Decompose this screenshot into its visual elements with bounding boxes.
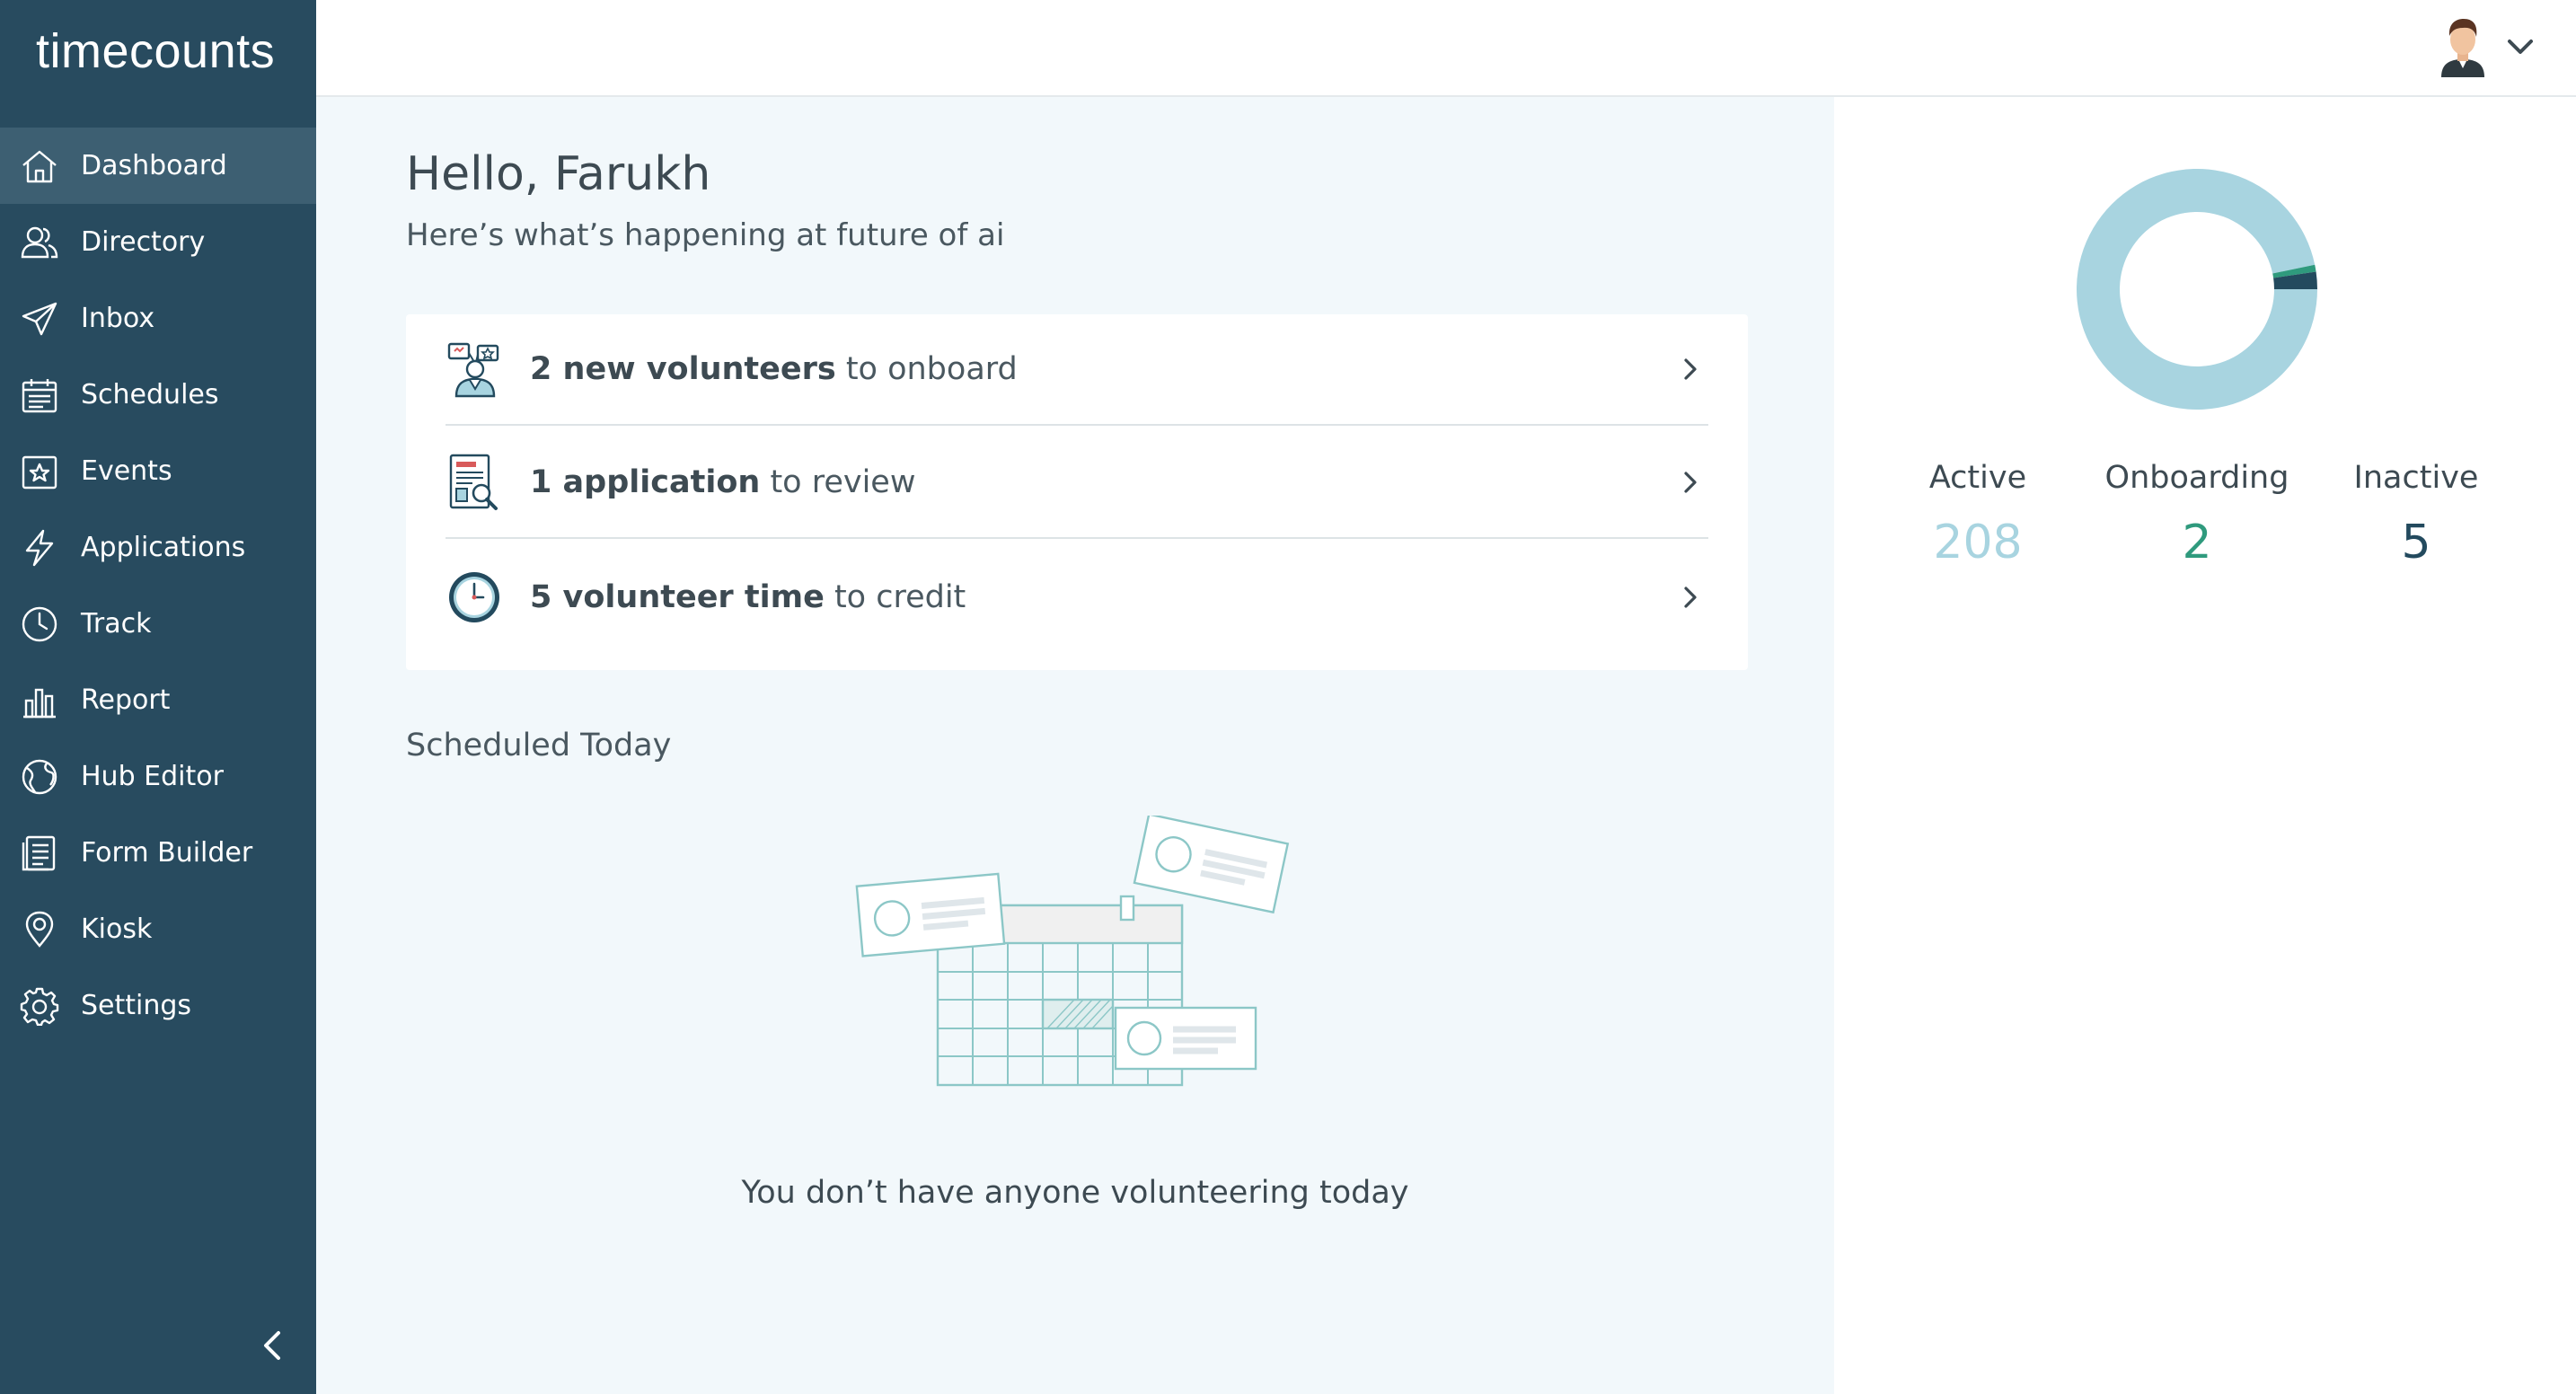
clock-icon xyxy=(446,569,503,626)
sidebar-item-label: Form Builder xyxy=(81,837,253,869)
sidebar-item-directory[interactable]: Directory xyxy=(0,204,316,280)
account-menu-toggle[interactable] xyxy=(2506,34,2535,59)
stat-onboarding[interactable]: Onboarding 2 xyxy=(2080,460,2314,569)
sidebar-item-label: Events xyxy=(81,455,172,487)
sidebar-item-schedules[interactable]: Schedules xyxy=(0,357,316,433)
sidebar-item-label: Inbox xyxy=(81,303,155,334)
page-subtitle: Here’s what’s happening at future of ai xyxy=(406,217,1005,253)
location-pin-icon xyxy=(20,910,59,949)
volunteer-status-donut xyxy=(2077,169,2317,410)
sidebar-item-events[interactable]: Events xyxy=(0,433,316,509)
sidebar-item-inbox[interactable]: Inbox xyxy=(0,280,316,357)
scheduled-today-title: Scheduled Today xyxy=(406,728,672,763)
empty-state-message: You don’t have anyone volunteering today xyxy=(741,1175,1409,1211)
collapse-sidebar-button[interactable] xyxy=(257,1328,289,1363)
app-logo[interactable]: timecounts xyxy=(36,23,275,79)
clock-icon xyxy=(20,604,59,644)
sidebar-item-label: Kiosk xyxy=(81,913,153,945)
volunteers-onboard-icon xyxy=(446,340,503,398)
stat-label: Inactive xyxy=(2353,460,2479,496)
sidebar-item-form-builder[interactable]: Form Builder xyxy=(0,815,316,891)
chevron-left-icon xyxy=(264,1331,280,1360)
application-review-icon xyxy=(446,454,503,511)
form-icon xyxy=(20,834,59,873)
sidebar-item-settings[interactable]: Settings xyxy=(0,967,316,1044)
lightning-icon xyxy=(20,528,59,568)
main-content: Hello, Farukh Here’s what’s happening at… xyxy=(316,97,1834,1394)
sidebar-item-kiosk[interactable]: Kiosk xyxy=(0,891,316,967)
sidebar-item-report[interactable]: Report xyxy=(0,662,316,738)
star-calendar-icon xyxy=(20,452,59,491)
donut-slice-active xyxy=(2077,169,2317,410)
stat-value: 2 xyxy=(2182,516,2212,569)
sidebar-nav: Dashboard Directory Inbox Schedules Even… xyxy=(0,128,316,1044)
task-label: 1 application to review xyxy=(530,464,916,500)
stat-inactive[interactable]: Inactive 5 xyxy=(2299,460,2533,569)
stat-label: Onboarding xyxy=(2104,460,2289,496)
bar-chart-icon xyxy=(20,681,59,720)
chevron-right-icon xyxy=(1678,353,1703,385)
sidebar-item-label: Report xyxy=(81,684,171,716)
sidebar-item-hub-editor[interactable]: Hub Editor xyxy=(0,738,316,815)
sidebar-item-label: Hub Editor xyxy=(81,761,224,792)
chevron-right-icon xyxy=(1678,466,1703,498)
sidebar-item-dashboard[interactable]: Dashboard xyxy=(0,128,316,204)
gear-icon xyxy=(20,986,59,1026)
sidebar-item-applications[interactable]: Applications xyxy=(0,509,316,586)
users-icon xyxy=(20,223,59,262)
sidebar-item-track[interactable]: Track xyxy=(0,586,316,662)
task-label: 2 new volunteers to onboard xyxy=(530,351,1018,387)
chevron-down-icon xyxy=(2508,40,2533,54)
stat-active[interactable]: Active 208 xyxy=(1861,460,2095,569)
task-label: 5 volunteer time to credit xyxy=(530,579,966,615)
stat-label: Active xyxy=(1928,460,2027,496)
sidebar-item-label: Track xyxy=(81,608,152,640)
paper-plane-icon xyxy=(20,299,59,339)
sidebar-item-label: Applications xyxy=(81,532,246,563)
chevron-right-icon xyxy=(1678,581,1703,613)
user-avatar-icon[interactable] xyxy=(2436,16,2490,77)
task-list-card: 2 new volunteers to onboard 1 applicatio… xyxy=(406,314,1748,670)
task-review-application[interactable]: 1 application to review xyxy=(446,428,1708,539)
sidebar-item-label: Settings xyxy=(81,990,192,1021)
globe-icon xyxy=(20,757,59,797)
sidebar-item-label: Directory xyxy=(81,226,206,258)
top-bar xyxy=(316,0,2576,97)
home-icon xyxy=(20,146,59,186)
task-credit-time[interactable]: 5 volunteer time to credit xyxy=(446,543,1708,652)
page-title: Hello, Farukh xyxy=(406,147,711,201)
sidebar: timecounts Dashboard Directory Inbox Sch… xyxy=(0,0,316,1394)
task-onboard-volunteers[interactable]: 2 new volunteers to onboard xyxy=(446,314,1708,426)
empty-calendar-illustration xyxy=(841,813,1344,1112)
stat-value: 208 xyxy=(1933,516,2023,569)
sidebar-item-label: Schedules xyxy=(81,379,219,410)
sidebar-item-label: Dashboard xyxy=(81,150,227,181)
calendar-icon xyxy=(20,375,59,415)
stat-value: 5 xyxy=(2401,516,2431,569)
